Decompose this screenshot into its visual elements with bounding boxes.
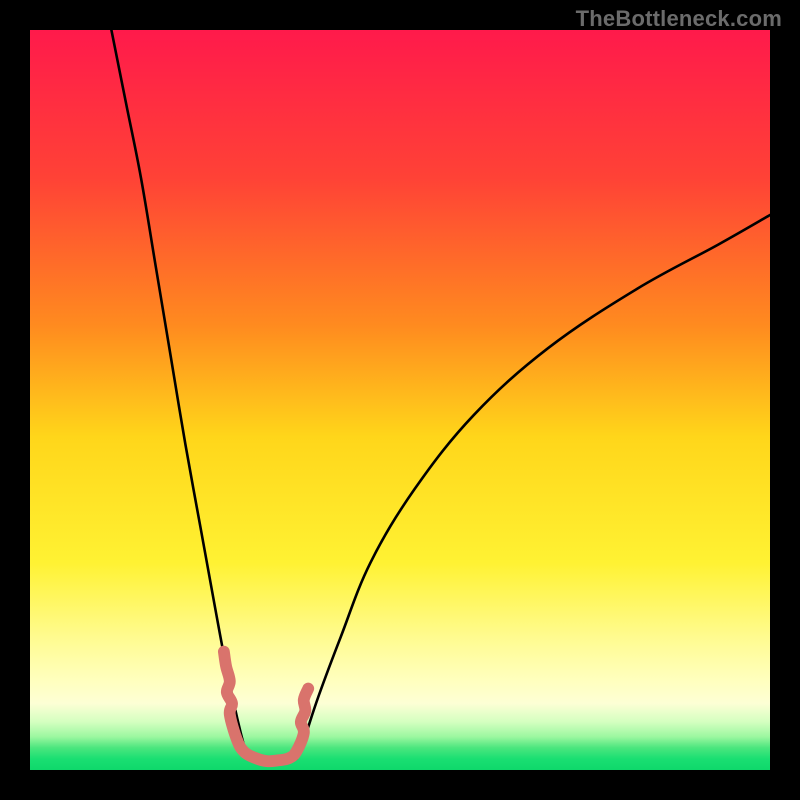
plot-area: [30, 30, 770, 770]
chart-svg: [30, 30, 770, 770]
chart-background: [30, 30, 770, 770]
watermark-text: TheBottleneck.com: [576, 6, 782, 32]
chart-root: TheBottleneck.com: [0, 0, 800, 800]
